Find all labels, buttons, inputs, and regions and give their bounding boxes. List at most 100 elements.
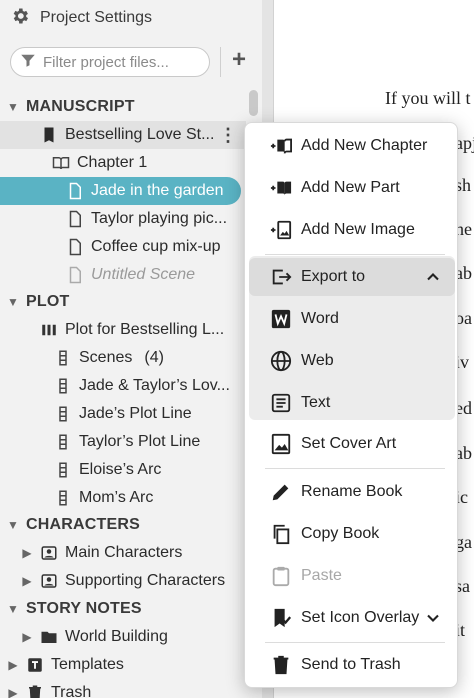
chevron-down-icon: ▼	[6, 100, 20, 114]
book-context-menu: Add New Chapter Add New Part Add New Ima…	[244, 122, 458, 688]
add-new-chapter-item[interactable]: Add New Chapter	[249, 127, 455, 165]
add-new-part-item[interactable]: Add New Part	[249, 169, 455, 207]
menu-separator	[265, 468, 445, 469]
section-plot[interactable]: ▼ PLOT	[6, 288, 69, 316]
section-label: CHARACTERS	[26, 516, 140, 533]
menu-label: Send to Trash	[301, 656, 401, 673]
add-image-icon	[269, 218, 293, 242]
section-manuscript[interactable]: ▼ MANUSCRIPT	[6, 93, 135, 121]
scenes-count: (4)	[144, 349, 164, 366]
rename-book-item[interactable]: Rename Book	[249, 473, 455, 511]
menu-label: Paste	[301, 567, 342, 584]
chevron-down-icon: ▼	[6, 518, 20, 532]
project-settings-label: Project Settings	[40, 9, 153, 26]
tree-item-plot-line[interactable]: Taylor’s Plot Line	[54, 428, 200, 456]
scene-label: Jade in the garden	[91, 182, 224, 199]
tree-item-character-folder[interactable]: ▶ Supporting Characters	[20, 567, 225, 595]
character-folder-label: Main Characters	[65, 544, 183, 561]
tree-item-plot-line[interactable]: Mom’s Arc	[54, 484, 153, 512]
pencil-icon	[269, 480, 293, 504]
section-characters[interactable]: ▼ CHARACTERS	[6, 511, 140, 539]
tree-item-scene[interactable]: Jade in the garden	[0, 177, 241, 205]
plot-line-label: Mom’s Arc	[79, 489, 154, 506]
tree-item-notes-folder[interactable]: ▶ World Building	[20, 623, 168, 651]
section-story-notes[interactable]: ▼ STORY NOTES	[6, 595, 142, 623]
templates-label: Templates	[51, 656, 124, 673]
menu-label: Text	[301, 394, 331, 411]
scene-label: Untitled Scene	[91, 266, 196, 283]
character-card-icon	[40, 572, 58, 590]
menu-label: Web	[301, 352, 334, 369]
plot-line-icon	[54, 405, 72, 423]
chevron-right-icon: ▶	[22, 574, 32, 588]
plot-board-icon	[40, 321, 58, 339]
export-text-item[interactable]: Text	[249, 384, 455, 422]
document-icon	[66, 210, 84, 228]
export-icon	[269, 265, 293, 289]
tree-item-templates[interactable]: ▶ Templates	[6, 651, 124, 679]
plot-line-icon	[54, 349, 72, 367]
plot-line-icon	[54, 433, 72, 451]
trash-label: Trash	[51, 684, 92, 698]
tree-item-plot-board[interactable]: Plot for Bestselling L...	[40, 316, 224, 344]
character-folder-label: Supporting Characters	[65, 572, 226, 589]
filter-input[interactable]	[43, 53, 203, 71]
export-word-item[interactable]: Word	[249, 300, 455, 338]
book-icon	[40, 126, 58, 144]
menu-separator	[265, 642, 445, 643]
globe-icon	[269, 349, 293, 373]
add-new-image-item[interactable]: Add New Image	[249, 211, 455, 249]
image-icon	[269, 432, 293, 456]
tree-item-character-folder[interactable]: ▶ Main Characters	[20, 539, 182, 567]
menu-label: Set Cover Art	[301, 435, 397, 452]
chevron-right-icon: ▶	[22, 630, 32, 644]
tree-item-book[interactable]: Bestselling Love St... ⋮	[0, 121, 246, 149]
tree-item-plot-line[interactable]: Jade & Taylor’s Lov...	[54, 372, 230, 400]
tree-item-scene[interactable]: Taylor playing pic...	[66, 205, 227, 233]
chevron-down-icon	[427, 614, 439, 622]
menu-label: Rename Book	[301, 483, 403, 500]
copy-book-item[interactable]: Copy Book	[249, 515, 455, 553]
send-to-trash-item[interactable]: Send to Trash	[249, 646, 455, 684]
open-book-icon	[52, 154, 70, 172]
set-icon-overlay-item[interactable]: Set Icon Overlay	[249, 599, 455, 637]
sidebar-scrollbar[interactable]	[249, 90, 258, 116]
menu-label: Export to	[301, 268, 366, 285]
tree-item-plot-line[interactable]: Jade’s Plot Line	[54, 400, 192, 428]
paste-item[interactable]: Paste	[249, 557, 455, 595]
document-icon	[66, 266, 84, 284]
scene-label: Coffee cup mix-up	[91, 238, 221, 255]
scene-label: Taylor playing pic...	[91, 210, 228, 227]
project-sidebar: Project Settings + ▼ MANUSCRIPT Bestsell…	[0, 0, 262, 698]
chevron-up-icon	[427, 273, 439, 281]
menu-label: Set Icon Overlay	[301, 609, 420, 626]
plot-board-label: Plot for Bestselling L...	[65, 321, 225, 338]
tree-item-chapter[interactable]: Chapter 1	[52, 149, 147, 177]
plot-line-label: Eloise’s Arc	[79, 461, 162, 478]
plot-line-icon	[54, 377, 72, 395]
tree-item-trash[interactable]: ▶ Trash	[6, 679, 91, 698]
character-card-icon	[40, 544, 58, 562]
plot-line-icon	[54, 489, 72, 507]
project-settings-button[interactable]: Project Settings	[10, 7, 152, 29]
plot-line-label: Jade & Taylor’s Lov...	[79, 377, 230, 394]
set-cover-art-item[interactable]: Set Cover Art	[249, 425, 455, 463]
tree-item-plot-line[interactable]: Scenes (4)	[54, 344, 164, 372]
tree-item-scene[interactable]: Untitled Scene	[66, 261, 195, 289]
menu-label: Add New Image	[301, 221, 415, 238]
add-file-button[interactable]: +	[228, 48, 250, 73]
export-web-item[interactable]: Web	[249, 342, 455, 380]
bookmark-icon	[269, 606, 293, 630]
section-label: PLOT	[26, 293, 70, 310]
menu-label: Add New Chapter	[301, 137, 428, 154]
kebab-menu-icon[interactable]: ⋮	[219, 121, 237, 149]
text-doc-icon	[269, 391, 293, 415]
templates-icon	[26, 656, 44, 674]
tree-item-scene[interactable]: Coffee cup mix-up	[66, 233, 221, 261]
document-icon	[66, 238, 84, 256]
tree-item-plot-line[interactable]: Eloise’s Arc	[54, 456, 161, 484]
export-to-item[interactable]: Export to	[249, 258, 455, 296]
menu-label: Word	[301, 310, 339, 327]
filter-field[interactable]	[10, 47, 210, 77]
folder-icon	[40, 628, 58, 646]
